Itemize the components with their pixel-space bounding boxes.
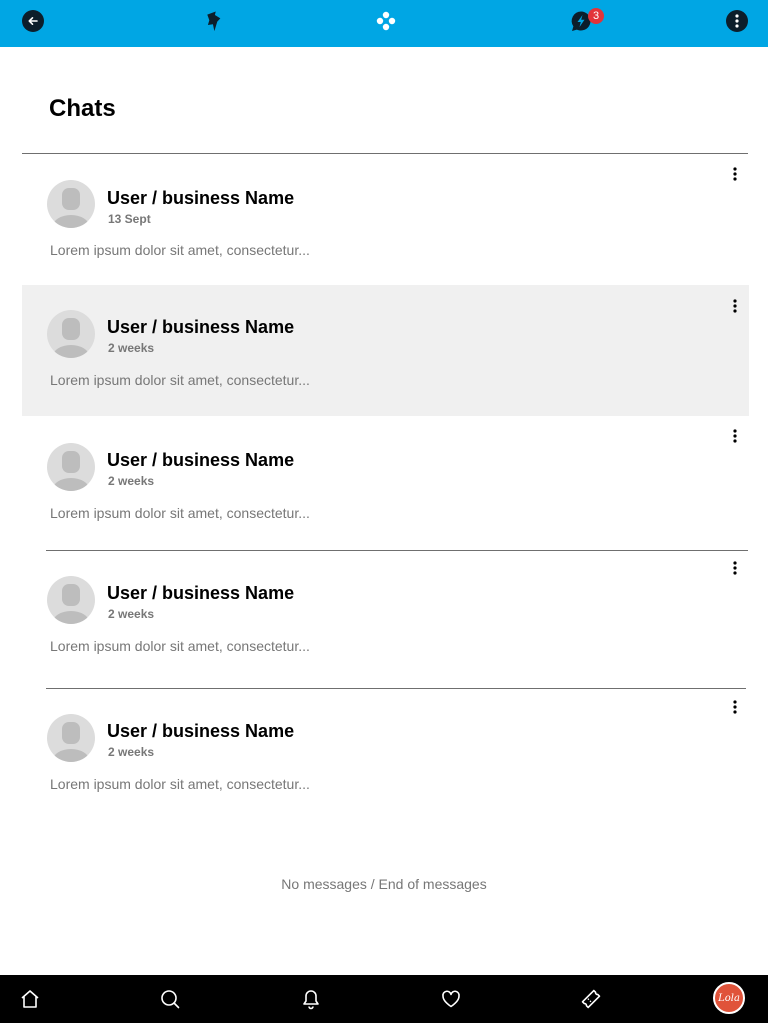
chat-name: User / business Name (107, 317, 295, 337)
chat-preview: Lorem ipsum dolor sit amet, consectetur.… (50, 242, 310, 258)
chat-options-button[interactable] (727, 558, 743, 578)
chat-name: User / business Name (107, 721, 295, 741)
profile-avatar-label: Lola (718, 992, 740, 1004)
more-vertical-icon (733, 299, 737, 313)
user-placeholder-icon (53, 188, 89, 228)
heart-icon (442, 990, 460, 1008)
bottom-navigation (0, 975, 768, 1023)
back-button[interactable] (21, 9, 45, 33)
chat-options-button[interactable] (727, 296, 743, 316)
notification-badge: 3 (588, 8, 604, 24)
end-of-messages-text: No messages / End of messages (281, 876, 487, 892)
chat-name: User / business Name (107, 188, 295, 208)
more-vertical-icon (733, 561, 737, 575)
more-vertical-icon (733, 429, 737, 443)
chat-preview: Lorem ipsum dolor sit amet, consectetur.… (50, 776, 310, 792)
pin-icon (207, 11, 221, 32)
chat-list-item[interactable]: User / business Name 2 weeks Lorem ipsum… (22, 285, 749, 416)
chat-time: 13 Sept (108, 212, 151, 226)
nav-home[interactable] (18, 987, 42, 1011)
apps-button[interactable] (374, 9, 398, 33)
chat-options-button[interactable] (727, 164, 743, 184)
page-title: Chats (49, 95, 116, 122)
ticket-icon (581, 989, 601, 1009)
search-icon (161, 990, 180, 1009)
messenger-button[interactable]: 3 (569, 8, 604, 33)
avatar (47, 576, 95, 624)
top-app-bar: 3 (0, 0, 768, 47)
avatar (47, 310, 95, 358)
user-placeholder-icon (53, 722, 89, 762)
pin-button[interactable] (204, 9, 228, 33)
chat-options-button[interactable] (727, 697, 743, 717)
chat-preview: Lorem ipsum dolor sit amet, consectetur.… (50, 638, 310, 654)
more-button[interactable] (725, 9, 749, 33)
chat-list-item[interactable]: User / business Name 2 weeks Lorem ipsum… (22, 689, 749, 819)
header-divider (22, 153, 748, 154)
more-vertical-icon (726, 10, 748, 32)
chat-preview: Lorem ipsum dolor sit amet, consectetur.… (50, 505, 310, 521)
bell-icon (303, 990, 319, 1010)
user-placeholder-icon (53, 318, 89, 358)
user-placeholder-icon (53, 584, 89, 624)
back-arrow-icon (22, 10, 44, 32)
avatar (47, 180, 95, 228)
chat-name: User / business Name (107, 450, 295, 470)
chat-time: 2 weeks (108, 474, 155, 488)
chats-screen: 3 Chats User / business Name 13 Sept Lor… (0, 0, 768, 1023)
apps-dots-icon (376, 11, 396, 31)
chat-list-item[interactable]: User / business Name 2 weeks Lorem ipsum… (22, 551, 749, 688)
chat-list-item[interactable]: User / business Name 13 Sept Lorem ipsum… (22, 155, 749, 285)
chat-time: 2 weeks (108, 341, 155, 355)
profile-avatar-button[interactable]: Lola (713, 982, 745, 1014)
nav-notifications[interactable] (299, 987, 323, 1011)
chat-preview: Lorem ipsum dolor sit amet, consectetur.… (50, 372, 310, 388)
avatar (47, 714, 95, 762)
home-icon (21, 990, 39, 1008)
nav-tickets[interactable] (579, 987, 603, 1011)
nav-favorites[interactable] (439, 987, 463, 1011)
nav-search[interactable] (158, 987, 182, 1011)
chat-options-button[interactable] (727, 426, 743, 446)
chat-time: 2 weeks (108, 607, 155, 621)
chat-name: User / business Name (107, 583, 295, 603)
more-vertical-icon (733, 700, 737, 714)
chat-list-item[interactable]: User / business Name 2 weeks Lorem ipsum… (22, 418, 749, 550)
avatar (47, 443, 95, 491)
user-placeholder-icon (53, 451, 89, 491)
chat-time: 2 weeks (108, 745, 155, 759)
more-vertical-icon (733, 167, 737, 181)
